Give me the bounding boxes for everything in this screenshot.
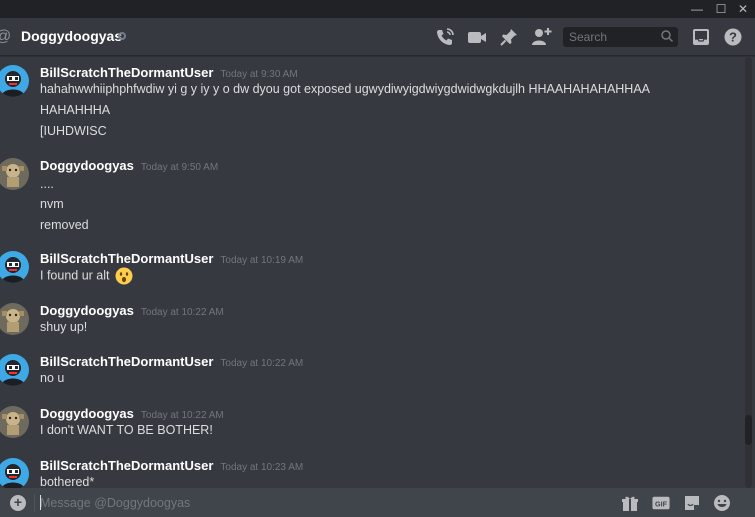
- user-avatar-billscratch[interactable]: [0, 458, 29, 488]
- message-text: HAHAHHHA: [40, 103, 111, 117]
- pinned-messages-icon[interactable]: [498, 26, 520, 48]
- video-call-icon[interactable]: [466, 26, 488, 48]
- message-timestamp: Today at 9:50 AM: [140, 162, 219, 173]
- astonished-face-icon: [115, 267, 133, 285]
- channel-header: @ Doggydoogyas Search ?: [0, 18, 755, 56]
- message-author[interactable]: Doggydoogyas Today at 10:22 AM: [40, 303, 224, 318]
- message-timestamp: Today at 10:22 AM: [220, 358, 304, 369]
- message-list[interactable]: BillScratchTheDormantUser Today at 9:30 A…: [0, 57, 744, 488]
- inbox-icon[interactable]: [690, 26, 712, 48]
- help-icon[interactable]: ?: [722, 26, 744, 48]
- user-avatar-doggydoogyas[interactable]: [0, 406, 29, 438]
- user-avatar-billscratch[interactable]: [0, 354, 29, 386]
- message-text: nvm: [40, 197, 64, 211]
- search-input[interactable]: Search: [563, 27, 678, 47]
- message-text: removed: [40, 218, 89, 232]
- message-author[interactable]: BillScratchTheDormantUser Today at 10:23 …: [40, 458, 303, 473]
- minimize-button[interactable]: —: [686, 0, 708, 18]
- message-text: no u: [40, 371, 65, 385]
- message-timestamp: Today at 10:22 AM: [140, 307, 224, 318]
- message-timestamp: Today at 10:19 AM: [220, 255, 304, 266]
- composer-divider: [34, 494, 35, 512]
- message-text: I don't WANT TO BE BOTHER!: [40, 423, 213, 437]
- message-timestamp: Today at 10:22 AM: [140, 410, 224, 421]
- message-text: shuy up!: [40, 320, 88, 334]
- message-text: I found ur alt: [40, 267, 133, 285]
- message-scrollbar[interactable]: [745, 57, 752, 488]
- svg-text:?: ?: [729, 30, 737, 45]
- message-author[interactable]: Doggydoogyas Today at 10:22 AM: [40, 406, 224, 421]
- channel-name: Doggydoogyas: [21, 28, 123, 44]
- svg-text:GIF: GIF: [655, 500, 668, 509]
- user-avatar-billscratch[interactable]: [0, 251, 29, 283]
- message-author[interactable]: Doggydoogyas Today at 9:50 AM: [40, 158, 218, 173]
- user-avatar-doggydoogyas[interactable]: [0, 303, 29, 335]
- voice-call-icon[interactable]: [434, 26, 456, 48]
- scrollbar-thumb[interactable]: [745, 415, 752, 445]
- add-friend-icon[interactable]: [530, 26, 552, 48]
- offline-status-icon: [118, 32, 126, 40]
- message-author[interactable]: BillScratchTheDormantUser Today at 10:22 …: [40, 354, 303, 369]
- message-text: hahahwwhiiphphfwdiw yi g y iy y o dw dyo…: [40, 82, 651, 96]
- search-placeholder: Search: [569, 30, 608, 44]
- window-titlebar: — ☐ ✕: [0, 0, 755, 18]
- close-button[interactable]: ✕: [732, 0, 754, 18]
- message-text: ....: [40, 177, 54, 191]
- maximize-button[interactable]: ☐: [710, 0, 732, 18]
- message-timestamp: Today at 9:30 AM: [220, 69, 298, 80]
- sticker-icon[interactable]: [683, 494, 701, 512]
- search-icon: [661, 30, 674, 43]
- message-author[interactable]: BillScratchTheDormantUser Today at 9:30 A…: [40, 65, 298, 80]
- gift-icon[interactable]: [621, 494, 639, 512]
- message-text: [IUHDWISC: [40, 124, 107, 138]
- upload-plus-icon[interactable]: +: [10, 494, 26, 511]
- message-composer: + Message @Doggydoogyas GIF: [0, 488, 755, 517]
- message-timestamp: Today at 10:23 AM: [220, 462, 304, 473]
- user-avatar-billscratch[interactable]: [0, 65, 29, 97]
- gif-icon[interactable]: GIF: [652, 494, 670, 512]
- user-avatar-doggydoogyas[interactable]: [0, 158, 29, 190]
- emoji-icon[interactable]: [713, 494, 731, 512]
- message-author[interactable]: BillScratchTheDormantUser Today at 10:19 …: [40, 251, 303, 266]
- at-icon: @: [0, 28, 11, 46]
- message-text: bothered*: [40, 475, 95, 488]
- message-input[interactable]: Message @Doggydoogyas: [40, 496, 190, 510]
